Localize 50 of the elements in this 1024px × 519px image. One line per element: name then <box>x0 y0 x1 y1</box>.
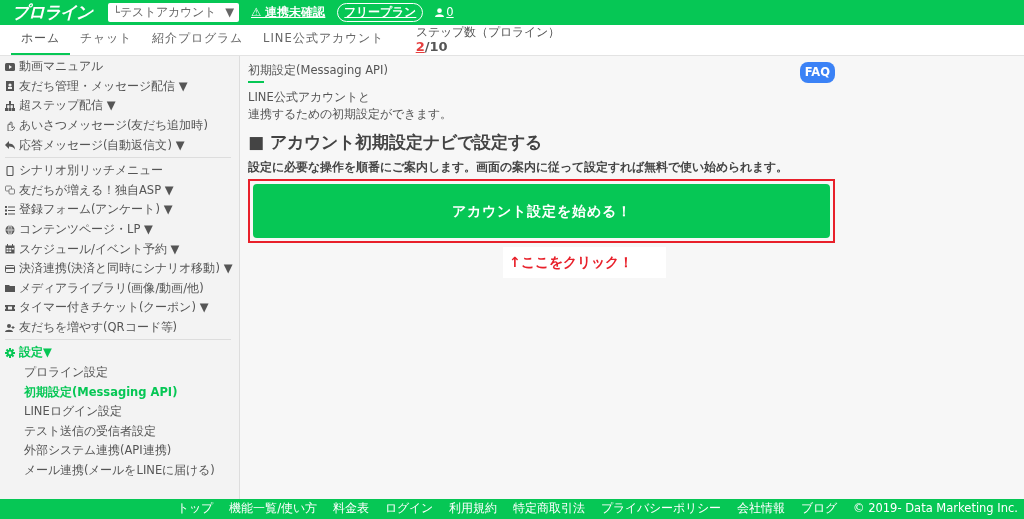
description: LINE公式アカウントと 連携するための初期設定ができます。 <box>248 89 453 123</box>
globe-icon <box>5 224 15 235</box>
reply-icon <box>5 140 15 151</box>
sidebar-item[interactable]: 動画マニュアル <box>19 58 103 76</box>
sidebar-item[interactable]: 友だちが増える！独自ASP ▼ <box>19 181 174 199</box>
sidebar-subitem[interactable]: メール連携(メールをLINEに届ける) <box>24 462 215 480</box>
nav-tab[interactable]: LINE公式アカウント <box>253 25 394 55</box>
sidebar-item[interactable]: タイマー付きチケット(クーポン) ▼ <box>19 299 209 317</box>
select-value: └テストアカウント <box>113 3 216 21</box>
step-count-label: ステップ数（プロライン） <box>415 27 560 39</box>
address-book-icon <box>5 81 15 92</box>
sidebar-item[interactable]: 応答メッセージ(自動返信文) ▼ <box>19 136 185 154</box>
sidebar-item[interactable]: コンテンツページ・LP ▼ <box>19 220 153 239</box>
step-count: 2/10 <box>415 39 449 53</box>
page-title: 初期設定(Messaging API) <box>248 62 388 79</box>
sidebar-item[interactable]: スケジュール/イベント予約 ▼ <box>19 240 180 258</box>
hand-icon <box>5 120 15 131</box>
sidebar-item[interactable]: シナリオ別リッチメニュー <box>19 162 163 180</box>
account-select[interactable]: └テストアカウント ▼ <box>108 3 239 22</box>
sidebar-item[interactable]: 決済連携(決済と同時にシナリオ移動) ▼ <box>19 260 233 278</box>
ticket-icon <box>5 302 15 313</box>
copyright-text: © 2019- Data Marketing Inc. <box>853 500 1018 518</box>
mobile-icon <box>5 165 15 176</box>
instruction-text: 設定に必要な操作を順番にご案内します。画面の案内に従って設定すれば無料で使い始められます。 <box>248 159 789 177</box>
sidebar-item[interactable]: あいさつメッセージ(友だち追加時) <box>19 116 208 135</box>
chat-bubbles-icon <box>5 185 15 196</box>
settings-icon <box>5 348 15 359</box>
callout-text: ↑ここをクリック！ <box>503 247 666 279</box>
nav-tab[interactable]: チャット <box>70 25 142 55</box>
list-icon <box>5 204 15 215</box>
folder-icon <box>5 283 15 294</box>
sidebar-subitem[interactable]: 外部システム連携(API連携) <box>24 442 172 460</box>
sidebar-item[interactable]: 友だちを増やす(QRコード等) <box>19 318 177 337</box>
credit-card-icon <box>5 263 15 274</box>
sidebar-item[interactable]: 登録フォーム(アンケート) ▼ <box>19 201 173 219</box>
sidebar-item[interactable]: 超ステップ配信 ▼ <box>19 97 116 115</box>
section-heading: ■ アカウント初期設定ナビで設定する <box>248 130 543 154</box>
video-icon <box>5 61 15 72</box>
sidebar-item[interactable]: 友だち管理・メッセージ配信 ▼ <box>19 77 188 95</box>
sidebar-item[interactable]: メディアライブラリ(画像/動画/他) <box>19 279 204 297</box>
faq-button[interactable]: FAQ <box>799 62 835 84</box>
nav-tab[interactable]: 紹介プログラム <box>142 25 253 55</box>
hierarchy-icon <box>5 101 15 111</box>
caret-icon: ▼ <box>225 3 234 22</box>
sidebar-subitem[interactable]: LINEログイン設定 <box>24 403 122 421</box>
sidebar-subitem[interactable]: テスト送信の受信者設定 <box>24 422 156 441</box>
add-user-icon <box>5 322 15 333</box>
sidebar-subitem[interactable]: プロライン設定 <box>24 364 108 382</box>
user-icon <box>435 8 445 17</box>
calendar-icon <box>5 244 15 255</box>
